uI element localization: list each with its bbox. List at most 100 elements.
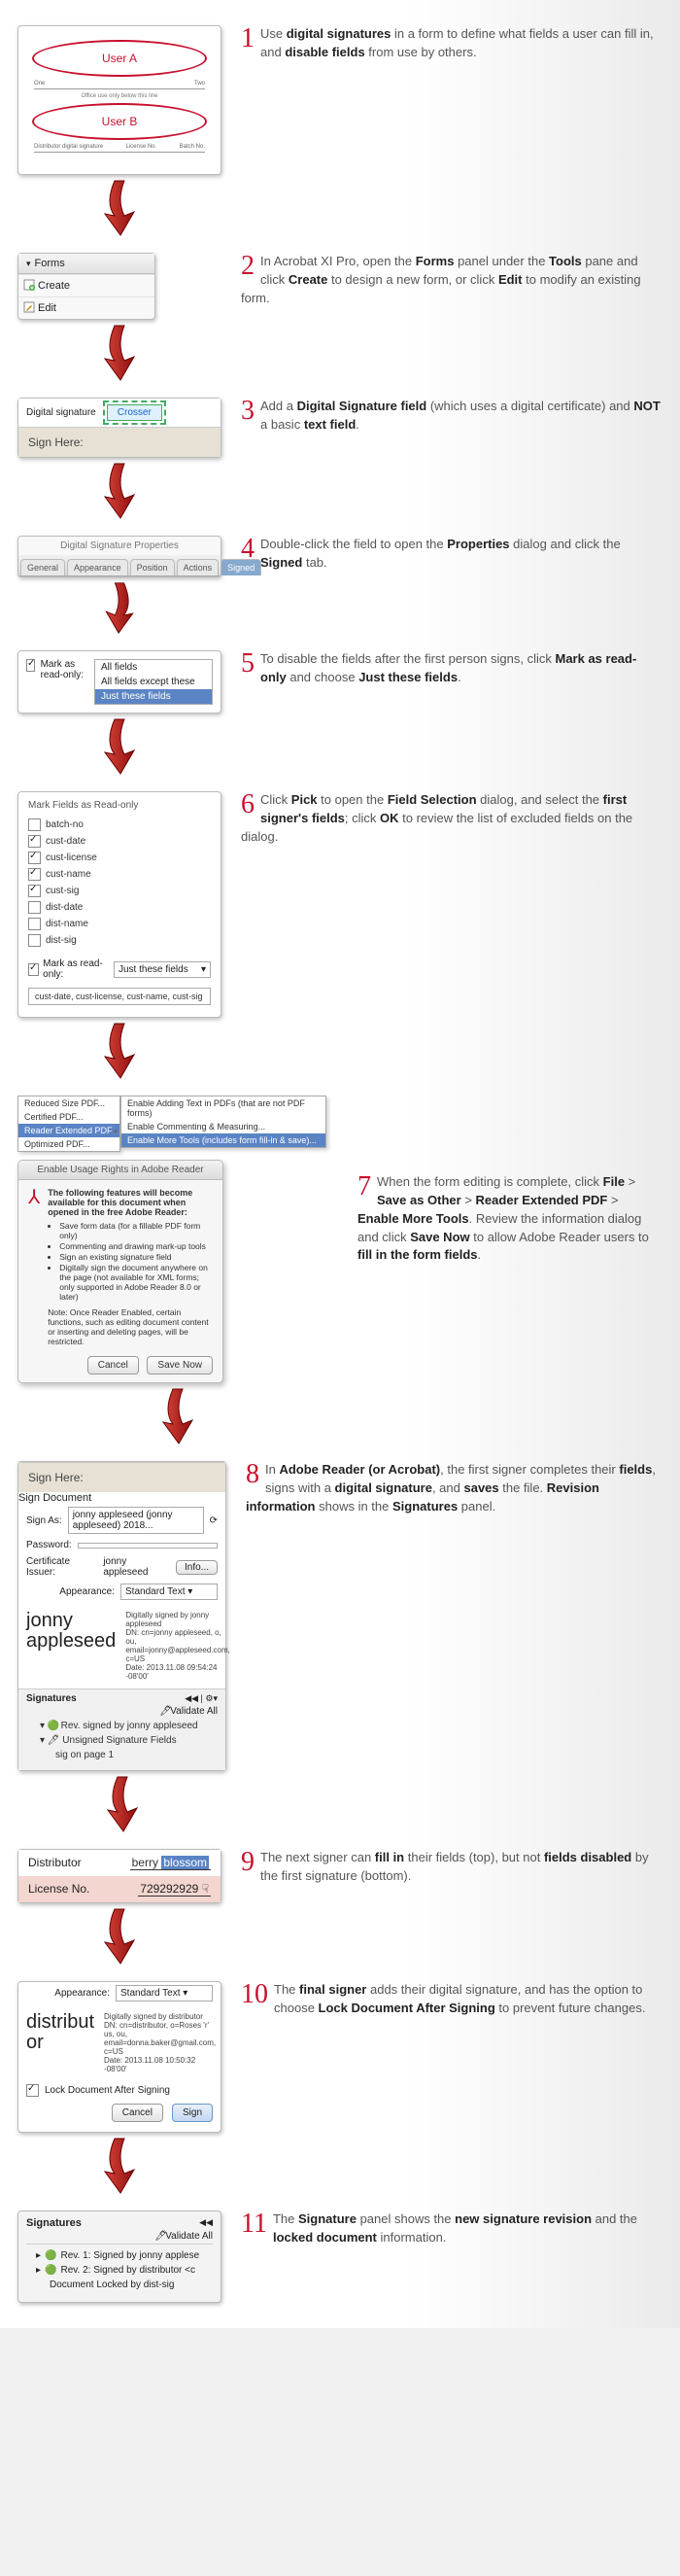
menu-item[interactable]: Reduced Size PDF... xyxy=(18,1097,119,1110)
readonly-dropdown[interactable]: All fields All fields except these Just … xyxy=(94,659,213,705)
readonly-radio[interactable] xyxy=(28,963,39,976)
step-1: User A OneTwo Office use only below this… xyxy=(0,19,680,247)
opt-all[interactable]: All fields xyxy=(95,660,212,675)
refresh-icon[interactable]: ⟳ xyxy=(210,1515,218,1526)
field-list-item[interactable]: dist-date xyxy=(28,899,211,916)
field-checkbox[interactable] xyxy=(28,918,41,930)
distributor-value[interactable]: berry blossom xyxy=(130,1856,211,1870)
step-number: 10 xyxy=(241,1981,268,2008)
sign-as-select[interactable]: jonny appleseed (jonny appleseed) 2018..… xyxy=(68,1507,204,1534)
submenu-item[interactable]: Enable Commenting & Measuring... xyxy=(121,1120,325,1133)
validate-all-link[interactable]: Validate All xyxy=(165,2231,213,2242)
tree-row[interactable]: ▾ 🟢 Rev. signed by jonny appleseed xyxy=(26,1719,218,1733)
step-8: Sign Here: Sign Document Sign As:jonny a… xyxy=(0,1455,680,1843)
issuer-label: Certificate Issuer: xyxy=(26,1556,97,1578)
menu-item[interactable]: Optimized PDF... xyxy=(18,1137,119,1151)
user-b-ellipse: User B xyxy=(32,103,207,140)
field-checkbox[interactable] xyxy=(28,818,41,831)
signature-preview: jonnyappleseed Digitally signed by jonny… xyxy=(18,1603,225,1688)
rev-row[interactable]: ▸ 🟢 Rev. 1: Signed by jonny applese xyxy=(26,2248,213,2263)
appearance-select[interactable]: Standard Text ▾ xyxy=(116,1985,213,2002)
tab-position[interactable]: Position xyxy=(130,559,175,575)
selected-fields-summary: cust-date, cust-license, cust-name, cust… xyxy=(28,988,211,1005)
arrow-icon xyxy=(153,1387,202,1445)
step-number: 1 xyxy=(241,25,255,52)
create-icon xyxy=(23,279,35,291)
license-label: License No. xyxy=(28,1882,89,1897)
forms-create-item[interactable]: Create xyxy=(18,274,154,296)
reader-extended-submenu: Enable Adding Text in PDFs (that are not… xyxy=(120,1096,326,1148)
field-list-item[interactable]: dist-name xyxy=(28,916,211,932)
signatures-panel: Signatures ◀◀ | ⚙▾ 🖊Validate All ▾ 🟢 Rev… xyxy=(18,1688,225,1770)
step-4: Digital Signature Properties General App… xyxy=(0,530,680,644)
field-list-item[interactable]: dist-sig xyxy=(28,932,211,949)
arrow-icon xyxy=(95,1022,144,1080)
field-checkbox[interactable] xyxy=(28,934,41,947)
field-list-item[interactable]: cust-sig xyxy=(28,883,211,899)
password-input[interactable] xyxy=(78,1543,218,1549)
info-button[interactable]: Info... xyxy=(176,1560,218,1575)
step-10: Appearance:Standard Text ▾ distributor D… xyxy=(0,1975,680,2205)
sign-here-bar: Sign Here: xyxy=(18,1462,225,1492)
submenu-item[interactable]: Enable Adding Text in PDFs (that are not… xyxy=(121,1097,325,1120)
opt-except[interactable]: All fields except these xyxy=(95,675,212,689)
save-as-menu: Reduced Size PDF... Certified PDF... Rea… xyxy=(17,1096,120,1152)
field-list-item[interactable]: cust-name xyxy=(28,866,211,883)
step-text: Double-click the field to open the Prope… xyxy=(241,536,663,573)
arrow-icon xyxy=(95,462,144,520)
small-caption: Office use only below this line xyxy=(24,93,215,99)
opt-just-these[interactable]: Just these fields xyxy=(95,689,212,704)
step-text: Use digital signatures in a form to defi… xyxy=(241,25,663,62)
field-list-item[interactable]: cust-license xyxy=(28,850,211,866)
forms-panel-header[interactable]: ▾Forms xyxy=(18,254,154,274)
rev-row[interactable]: ▸ 🟢 Rev. 2: Signed by distributor <c xyxy=(26,2263,213,2278)
sign-as-label: Sign As: xyxy=(26,1515,62,1526)
arrow-icon xyxy=(95,1907,144,1966)
step-number: 9 xyxy=(241,1849,255,1876)
menu-item-reader-extended[interactable]: Reader Extended PDF xyxy=(18,1124,119,1137)
step-text: The final signer adds their digital sign… xyxy=(241,1981,663,2018)
issuer-value: jonny appleseed xyxy=(103,1556,170,1578)
tab-general[interactable]: General xyxy=(20,559,65,575)
field-checkbox[interactable] xyxy=(28,852,41,864)
field-selection-title: Mark Fields as Read-only xyxy=(28,800,211,811)
tab-appearance[interactable]: Appearance xyxy=(67,559,128,575)
field-selection-dialog: Mark Fields as Read-only batch-nocust-da… xyxy=(17,791,221,1018)
cancel-button[interactable]: Cancel xyxy=(87,1356,139,1375)
submenu-item-enable-more[interactable]: Enable More Tools (includes form fill-in… xyxy=(121,1133,325,1147)
step-3: Digital signature Crosser Sign Here: 3 A… xyxy=(0,392,680,530)
tab-signed[interactable]: Signed xyxy=(221,559,261,575)
field-checkbox[interactable] xyxy=(28,868,41,881)
appearance-select[interactable]: Standard Text ▾ xyxy=(120,1584,218,1600)
forms-edit-item[interactable]: Edit xyxy=(18,296,154,319)
list-item: Digitally sign the document anywhere on … xyxy=(59,1263,213,1302)
lock-checkbox[interactable] xyxy=(26,2084,39,2097)
tab-actions[interactable]: Actions xyxy=(177,559,220,575)
field-list-item[interactable]: cust-date xyxy=(28,833,211,850)
tree-row[interactable]: sig on page 1 xyxy=(26,1748,218,1762)
readonly-label: Mark as read-only: xyxy=(41,659,88,680)
menu-item[interactable]: Certified PDF... xyxy=(18,1110,119,1124)
step-text: The next signer can fill in their fields… xyxy=(241,1849,663,1886)
forms-panel: ▾Forms Create Edit xyxy=(17,253,155,320)
validate-all-link[interactable]: Validate All xyxy=(170,1706,218,1717)
next-signer-fields: Distributor berry blossom License No. 72… xyxy=(17,1849,221,1903)
sign-button[interactable]: Sign xyxy=(172,2104,213,2122)
field-checkbox[interactable] xyxy=(28,835,41,848)
readonly-radio[interactable] xyxy=(26,659,35,672)
arrow-icon xyxy=(95,324,144,382)
cancel-button[interactable]: Cancel xyxy=(112,2104,163,2122)
field-list-item[interactable]: batch-no xyxy=(28,817,211,833)
sig-field-placeholder[interactable]: Crosser xyxy=(107,404,162,421)
properties-tabs: General Appearance Position Actions Sign… xyxy=(18,555,221,576)
save-now-button[interactable]: Save Now xyxy=(147,1356,213,1375)
password-label: Password: xyxy=(26,1540,72,1550)
field-checkbox[interactable] xyxy=(28,885,41,897)
step-text: When the form editing is complete, click… xyxy=(357,1173,663,1265)
tree-row[interactable]: ▾ 🖊 Unsigned Signature Fields xyxy=(26,1733,218,1748)
readonly-select[interactable]: Just these fields ▾ xyxy=(114,961,211,978)
properties-dialog: Digital Signature Properties General App… xyxy=(17,536,221,577)
field-checkbox[interactable] xyxy=(28,901,41,914)
license-value-disabled: 729292929 ☟ xyxy=(138,1882,211,1897)
signature-preview: distributor Digitally signed by distribu… xyxy=(18,2004,221,2081)
